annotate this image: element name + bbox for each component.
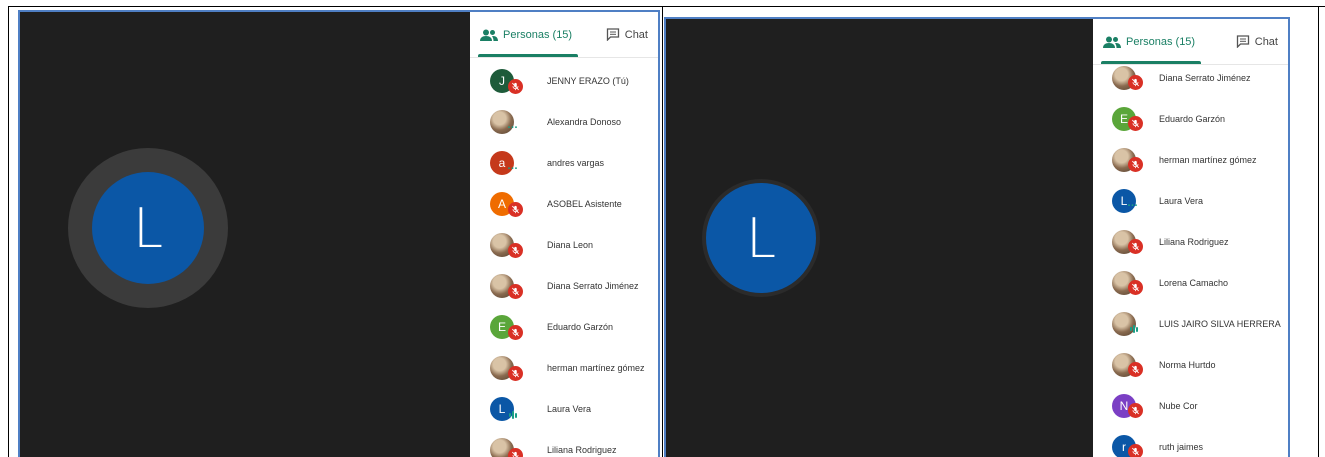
participant-row[interactable]: Norma Hurtdo: [1093, 344, 1288, 385]
people-icon: [480, 29, 498, 41]
audio-idle-icon: …: [507, 160, 518, 172]
participant-row[interactable]: E Eduardo Garzón: [470, 306, 658, 347]
mic-off-icon: [508, 202, 523, 217]
participant-name: andres vargas: [547, 157, 605, 168]
participant-row[interactable]: L… Laura Vera: [1093, 180, 1288, 221]
tab-people[interactable]: Personas (15): [470, 12, 582, 57]
mic-off-icon: [1128, 157, 1143, 172]
participant-row[interactable]: L Laura Vera: [470, 388, 658, 429]
participant-name: Eduardo Garzón: [547, 321, 614, 332]
speaking-indicator-icon: [509, 410, 517, 420]
participant-name: Diana Serrato Jiménez: [1159, 72, 1251, 83]
participant-row[interactable]: E Eduardo Garzón: [1093, 98, 1288, 139]
video-stage: L: [20, 12, 470, 457]
chat-icon: [1236, 35, 1250, 48]
meeting-screenshot-left: L Personas (15) Chat J JENNY ERAZO (Tú) … A…: [18, 10, 660, 457]
participant-row[interactable]: Diana Serrato Jiménez: [1093, 57, 1288, 98]
participants-panel: Personas (15) Chat Diana Serrato Jiménez…: [1093, 19, 1288, 457]
mic-off-icon: [1128, 239, 1143, 254]
mic-off-icon: [508, 448, 523, 457]
participant-row[interactable]: J JENNY ERAZO (Tú): [470, 60, 658, 101]
participant-row[interactable]: LUIS JAIRO SILVA HERRERA: [1093, 303, 1288, 344]
participant-name: Laura Vera: [1159, 195, 1204, 206]
mic-off-icon: [508, 284, 523, 299]
mic-off-icon: [508, 366, 523, 381]
mic-off-icon: [1128, 280, 1143, 295]
participant-name: Laura Vera: [547, 403, 592, 414]
mic-off-icon: [1128, 116, 1143, 131]
participants-panel: Personas (15) Chat J JENNY ERAZO (Tú) … Ale…: [470, 12, 658, 457]
mic-off-icon: [508, 325, 523, 340]
participant-name: Liliana Rodriguez: [547, 444, 617, 455]
mic-off-icon: [1128, 403, 1143, 418]
frame-right-line: [1318, 6, 1319, 457]
tab-chat-label: Chat: [624, 28, 648, 41]
frame-left-line: [8, 6, 9, 457]
participant-name: Alexandra Donoso: [547, 116, 622, 127]
tab-people-label: Personas (15): [1126, 35, 1196, 48]
participant-row[interactable]: Diana Serrato Jiménez: [470, 265, 658, 306]
participant-list: J JENNY ERAZO (Tú)… Alexandra Donoso a… andr…: [470, 58, 658, 457]
participant-name: herman martínez gómez: [547, 362, 645, 373]
participant-row[interactable]: N Nube Cor: [1093, 385, 1288, 426]
participant-name: LUIS JAIRO SILVA HERRERA: [1159, 318, 1281, 329]
participant-name: ASOBEL Asistente: [547, 198, 622, 209]
participant-row[interactable]: Diana Leon: [470, 224, 658, 265]
audio-idle-icon: …: [507, 119, 518, 131]
participant-row[interactable]: A ASOBEL Asistente: [470, 183, 658, 224]
participant-row[interactable]: herman martínez gómez: [470, 347, 658, 388]
mic-off-icon: [1128, 362, 1143, 377]
meeting-screenshot-right: L Personas (15) Chat Diana Serrato Jimén…: [664, 17, 1290, 457]
main-speaker-avatar: L: [706, 183, 816, 293]
participant-name: Liliana Rodriguez: [1159, 236, 1229, 247]
audio-idle-icon: …: [1127, 197, 1138, 209]
participant-name: Diana Leon: [547, 239, 594, 250]
participant-name: Norma Hurtdo: [1159, 359, 1216, 370]
participant-name: Diana Serrato Jiménez: [547, 280, 639, 291]
participant-row[interactable]: Lorena Camacho: [1093, 262, 1288, 303]
participant-row[interactable]: a… andres vargas: [470, 142, 658, 183]
participant-list: Diana Serrato Jiménez E Eduardo Garzón herm…: [1093, 57, 1288, 457]
participant-name: Lorena Camacho: [1159, 277, 1229, 288]
participant-name: ruth jaimes: [1159, 441, 1204, 452]
speaking-indicator-icon: [1130, 324, 1138, 334]
panel-tabs: Personas (15) Chat: [470, 12, 658, 58]
tab-chat[interactable]: Chat: [596, 12, 658, 57]
mic-off-icon: [508, 79, 523, 94]
participant-row[interactable]: Liliana Rodriguez: [470, 429, 658, 457]
participant-row[interactable]: herman martínez gómez: [1093, 139, 1288, 180]
participant-name: herman martínez gómez: [1159, 154, 1257, 165]
tab-chat-label: Chat: [1254, 35, 1278, 48]
participant-name: JENNY ERAZO (Tú): [547, 75, 629, 86]
frame-top-line: [8, 6, 1325, 7]
participant-name: Nube Cor: [1159, 400, 1198, 411]
frame-middle-line: [662, 6, 663, 457]
main-speaker-avatar: L: [92, 172, 204, 284]
mic-off-icon: [1128, 75, 1143, 90]
participant-row[interactable]: … Alexandra Donoso: [470, 101, 658, 142]
tab-people-label: Personas (15): [503, 28, 573, 41]
mic-off-icon: [508, 243, 523, 258]
participant-name: Eduardo Garzón: [1159, 113, 1226, 124]
participant-row[interactable]: Liliana Rodriguez: [1093, 221, 1288, 262]
participant-row[interactable]: r ruth jaimes: [1093, 426, 1288, 457]
chat-icon: [606, 28, 620, 41]
people-icon: [1103, 36, 1121, 48]
video-stage: L: [666, 19, 1093, 457]
mic-off-icon: [1128, 444, 1143, 457]
